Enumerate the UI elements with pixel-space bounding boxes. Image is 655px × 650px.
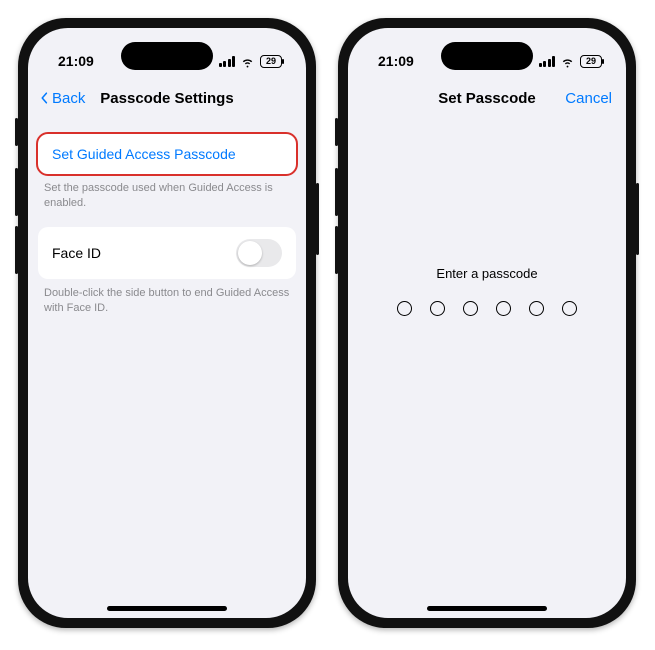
toggle-knob xyxy=(238,241,262,265)
cellular-icon xyxy=(219,56,236,67)
face-id-footer: Double-click the side button to end Guid… xyxy=(28,279,306,316)
face-id-toggle[interactable] xyxy=(236,239,282,267)
cellular-icon xyxy=(539,56,556,67)
page-title: Passcode Settings xyxy=(100,90,233,107)
passcode-dot xyxy=(496,301,511,316)
dynamic-island xyxy=(441,42,533,70)
battery-icon: 29 xyxy=(580,55,602,68)
passcode-prompt: Enter a passcode xyxy=(348,266,626,281)
passcode-dot xyxy=(430,301,445,316)
face-id-row: Face ID xyxy=(38,227,296,279)
cancel-button[interactable]: Cancel xyxy=(565,78,612,118)
home-indicator[interactable] xyxy=(107,606,227,611)
passcode-dot xyxy=(463,301,478,316)
back-label: Back xyxy=(52,90,85,107)
passcode-entry: Enter a passcode xyxy=(348,266,626,316)
passcode-dot xyxy=(562,301,577,316)
dynamic-island xyxy=(121,42,213,70)
nav-bar: Back Passcode Settings xyxy=(28,78,306,118)
page-title: Set Passcode xyxy=(438,90,536,107)
back-button[interactable]: Back xyxy=(38,78,85,118)
guided-access-footer: Set the passcode used when Guided Access… xyxy=(28,174,306,211)
set-guided-access-passcode-row[interactable]: Set Guided Access Passcode xyxy=(38,134,296,174)
cancel-label: Cancel xyxy=(565,90,612,107)
set-guided-access-passcode-label: Set Guided Access Passcode xyxy=(52,146,236,162)
battery-icon: 29 xyxy=(260,55,282,68)
nav-bar: Set Passcode Cancel xyxy=(348,78,626,118)
passcode-dot xyxy=(529,301,544,316)
wifi-icon xyxy=(560,54,575,69)
passcode-dots[interactable] xyxy=(348,301,626,316)
home-indicator[interactable] xyxy=(427,606,547,611)
passcode-dot xyxy=(397,301,412,316)
phone-right: 21:09 29 Set Passcode Cancel Enter a pas… xyxy=(338,18,636,628)
status-time: 21:09 xyxy=(58,53,94,69)
wifi-icon xyxy=(240,54,255,69)
face-id-label: Face ID xyxy=(52,245,101,261)
chevron-left-icon xyxy=(38,92,50,104)
status-time: 21:09 xyxy=(378,53,414,69)
phone-left: 21:09 29 Back Passcode Settings Set Guid… xyxy=(18,18,316,628)
